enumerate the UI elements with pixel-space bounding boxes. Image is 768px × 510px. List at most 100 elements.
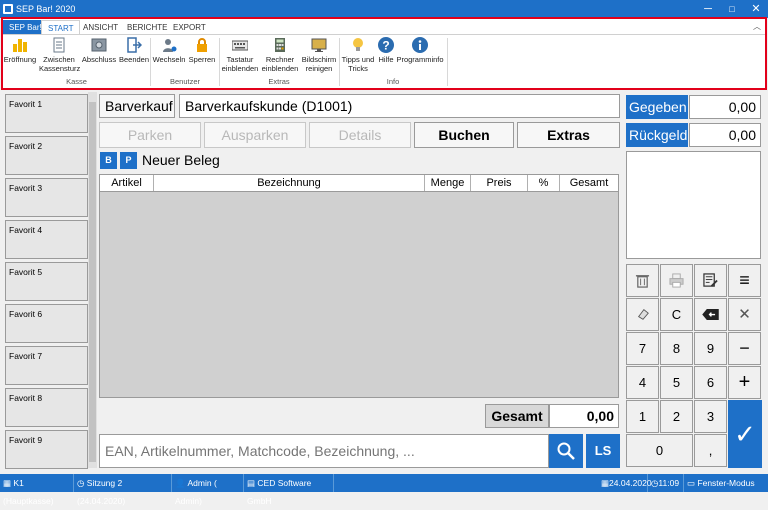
eraser-icon xyxy=(637,309,649,320)
tastatur-einblenden-button[interactable]: Tastatur einblenden xyxy=(220,37,260,73)
favorite-button[interactable]: Favorit 5 xyxy=(5,262,88,301)
key-0[interactable]: 0 xyxy=(626,434,693,467)
collapse-ribbon-icon[interactable]: ︿ xyxy=(753,21,761,32)
ls-button[interactable]: LS xyxy=(586,434,620,468)
group-label-benutzer: Benutzer xyxy=(169,77,201,86)
receipt-b-button[interactable]: B xyxy=(100,152,117,169)
search-button[interactable] xyxy=(549,434,583,468)
eraser-button[interactable] xyxy=(626,298,659,331)
items-table[interactable]: Artikel Bezeichnung Menge Preis % Gesamt xyxy=(99,174,619,398)
given-field[interactable]: 0,00 xyxy=(689,95,761,119)
key-3[interactable]: 3 xyxy=(694,400,727,433)
backspace-button[interactable] xyxy=(694,298,727,331)
customer-field[interactable]: Barverkaufskunde (D1001) xyxy=(179,94,620,118)
group-divider xyxy=(447,38,448,86)
beenden-button[interactable]: Beenden xyxy=(118,37,150,65)
status-bar: ▦ K1 (Hauptkasse) ◷ Sitzung 2 (24.04.202… xyxy=(0,474,768,506)
favorites-scrollbar[interactable] xyxy=(88,92,97,468)
lightbulb-icon xyxy=(353,38,363,51)
scrollbar-thumb[interactable] xyxy=(89,102,96,462)
key-9[interactable]: 9 xyxy=(694,332,727,365)
group-label-kasse: Kasse xyxy=(66,77,87,86)
key-1[interactable]: 1 xyxy=(626,400,659,433)
clear-button[interactable]: C xyxy=(660,298,693,331)
change-field: 0,00 xyxy=(689,123,761,147)
details-button[interactable]: Details xyxy=(309,122,411,148)
status-user: 👤 Admin ( Admin) xyxy=(172,474,244,506)
favorite-button[interactable]: Favorit 4 xyxy=(5,220,88,259)
ribbon-tabs: SEP Bar! START ANSICHT BERICHTE EXPORT ︿ xyxy=(3,19,765,35)
lock-icon xyxy=(197,38,207,52)
wechseln-button[interactable]: Wechseln xyxy=(152,37,186,65)
plus-button[interactable]: + xyxy=(728,366,761,399)
ribbon: SEP Bar! START ANSICHT BERICHTE EXPORT ︿… xyxy=(1,17,767,90)
tab-export[interactable]: EXPORT xyxy=(167,20,212,35)
receipt-p-button[interactable]: P xyxy=(120,152,137,169)
sale-type-button[interactable]: Barverkauf xyxy=(99,94,175,118)
search-icon xyxy=(557,442,575,460)
favorite-button[interactable]: Favorit 2 xyxy=(5,136,88,175)
maximize-button[interactable]: □ xyxy=(720,0,744,18)
print-button[interactable] xyxy=(660,264,693,297)
key-8[interactable]: 8 xyxy=(660,332,693,365)
buchen-button[interactable]: Buchen xyxy=(414,122,514,148)
favorite-button[interactable]: Favorit 6 xyxy=(5,304,88,343)
hilfe-button[interactable]: ? Hilfe xyxy=(376,37,396,65)
programminfo-button[interactable]: Programminfo xyxy=(396,37,444,65)
key-7[interactable]: 7 xyxy=(626,332,659,365)
menu-button[interactable]: ≡ xyxy=(728,264,761,297)
status-register: ▦ K1 (Hauptkasse) xyxy=(0,474,74,506)
favorite-button[interactable]: Favorit 3 xyxy=(5,178,88,217)
eroeffnung-button[interactable]: Eröffnung xyxy=(3,37,37,65)
printer-icon xyxy=(669,273,684,288)
close-window-button[interactable]: ✕ xyxy=(744,0,768,18)
help-icon: ? xyxy=(378,37,394,53)
column-header-percent[interactable]: % xyxy=(528,175,560,191)
parken-button[interactable]: Parken xyxy=(99,122,201,148)
ausparken-button[interactable]: Ausparken xyxy=(204,122,306,148)
info-display xyxy=(626,151,761,259)
delete-button[interactable] xyxy=(626,264,659,297)
key-6[interactable]: 6 xyxy=(694,366,727,399)
tab-start[interactable]: START xyxy=(41,20,81,35)
ribbon-body: Eröffnung Zwischen Kassensturz Abschluss… xyxy=(3,34,765,88)
favorite-button[interactable]: Favorit 9 xyxy=(5,430,88,469)
key-4[interactable]: 4 xyxy=(626,366,659,399)
window-title: SEP Bar! 2020 xyxy=(16,4,76,14)
abschluss-button[interactable]: Abschluss xyxy=(81,37,117,65)
extras-button[interactable]: Extras xyxy=(517,122,620,148)
favorite-button[interactable]: Favorit 1 xyxy=(5,94,88,133)
bildschirm-reinigen-button[interactable]: Bildschirm reinigen xyxy=(300,37,338,73)
favorite-button[interactable]: Favorit 8 xyxy=(5,388,88,427)
status-time: ◷11:09 xyxy=(648,474,684,492)
status-window-mode[interactable]: ▭ Fenster-Modus xyxy=(684,474,768,492)
sperren-button[interactable]: Sperren xyxy=(187,37,217,65)
favorite-button[interactable]: Favorit 7 xyxy=(5,346,88,385)
key-5[interactable]: 5 xyxy=(660,366,693,399)
rechner-einblenden-button[interactable]: Rechner einblenden xyxy=(260,37,300,73)
column-header-gesamt[interactable]: Gesamt xyxy=(560,175,618,191)
column-header-bezeichnung[interactable]: Bezeichnung xyxy=(154,175,425,191)
menu-icon: ≡ xyxy=(739,270,750,290)
zwischen-kassensturz-button[interactable]: Zwischen Kassensturz xyxy=(39,37,80,73)
edit-receipt-button[interactable] xyxy=(694,264,727,297)
key-2[interactable]: 2 xyxy=(660,400,693,433)
trash-icon xyxy=(635,275,650,288)
confirm-button[interactable]: ✓ xyxy=(728,400,762,468)
tipps-und-tricks-button[interactable]: Tipps und Tricks xyxy=(340,37,376,73)
given-label: Gegeben xyxy=(626,95,688,119)
minimize-button[interactable]: ─ xyxy=(696,0,720,18)
tab-berichte[interactable]: BERICHTE xyxy=(121,20,173,35)
app-icon xyxy=(3,4,13,14)
column-header-menge[interactable]: Menge xyxy=(425,175,471,191)
tab-ansicht[interactable]: ANSICHT xyxy=(77,20,124,35)
column-header-artikel[interactable]: Artikel xyxy=(100,175,154,191)
column-header-preis[interactable]: Preis xyxy=(471,175,528,191)
document-icon xyxy=(53,37,65,53)
calculator-icon xyxy=(275,38,285,52)
search-input[interactable] xyxy=(99,434,549,468)
cancel-button[interactable]: ✕ xyxy=(728,298,761,331)
comma-key[interactable]: , xyxy=(694,434,727,467)
minus-button[interactable]: − xyxy=(728,332,761,365)
title-bar: SEP Bar! 2020 ─ □ ✕ xyxy=(0,0,768,18)
